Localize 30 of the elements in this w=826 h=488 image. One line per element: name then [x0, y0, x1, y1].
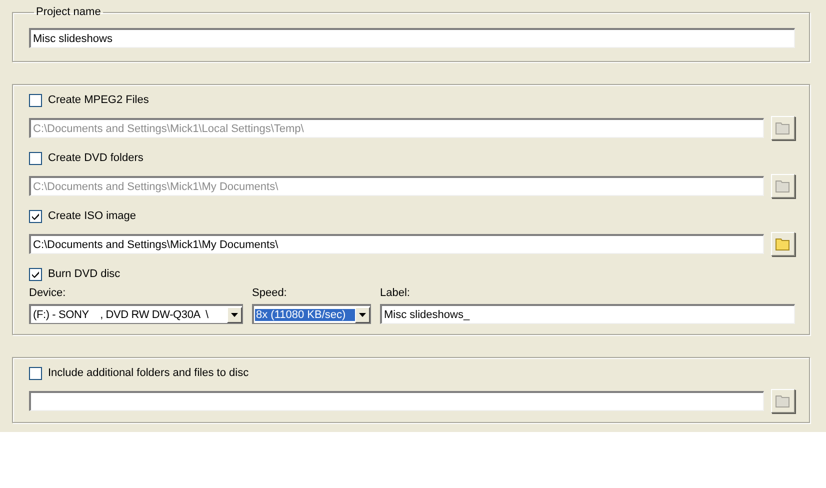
- disc-label-field[interactable]: Misc slideshows_: [380, 304, 795, 324]
- checkbox-label: Burn DVD disc: [48, 268, 120, 280]
- path-field[interactable]: [29, 391, 764, 411]
- disc-label-label: Label:: [380, 287, 411, 300]
- speed-dropdown[interactable]: 8x (11080 KB/sec): [252, 304, 371, 324]
- checkbox-label: Create ISO image: [48, 210, 136, 222]
- check-icon: [31, 212, 40, 220]
- folder-icon: [775, 179, 791, 193]
- checkbox-label: Create MPEG2 Files: [48, 94, 149, 106]
- checkbox[interactable]: [29, 366, 42, 380]
- check-icon: [31, 270, 40, 278]
- device-dropdown[interactable]: (F:) - SONY , DVD RW DW-Q30A \: [29, 304, 243, 324]
- group-title: Project name: [35, 6, 102, 18]
- checkbox[interactable]: [29, 268, 42, 280]
- browse-button[interactable]: [771, 174, 795, 198]
- browse-button[interactable]: [771, 389, 795, 413]
- device-label: Device:: [29, 287, 67, 300]
- project-name-field[interactable]: Misc slideshows: [29, 28, 795, 48]
- checkbox-label: Create DVD folders: [48, 152, 144, 164]
- checkbox[interactable]: [29, 210, 42, 222]
- folder-icon: [775, 237, 791, 251]
- checkbox[interactable]: [29, 94, 42, 106]
- folder-icon: [775, 121, 791, 135]
- path-field[interactable]: C:\Documents and Settings\Mick1\My Documents\: [29, 234, 764, 254]
- browse-button[interactable]: [771, 116, 795, 140]
- checkbox[interactable]: [29, 152, 42, 164]
- browse-button[interactable]: [771, 232, 795, 256]
- checkbox-label: Include additional folders and files to disc: [48, 367, 249, 379]
- speed-label: Speed:: [252, 287, 288, 300]
- folder-icon: [775, 394, 791, 408]
